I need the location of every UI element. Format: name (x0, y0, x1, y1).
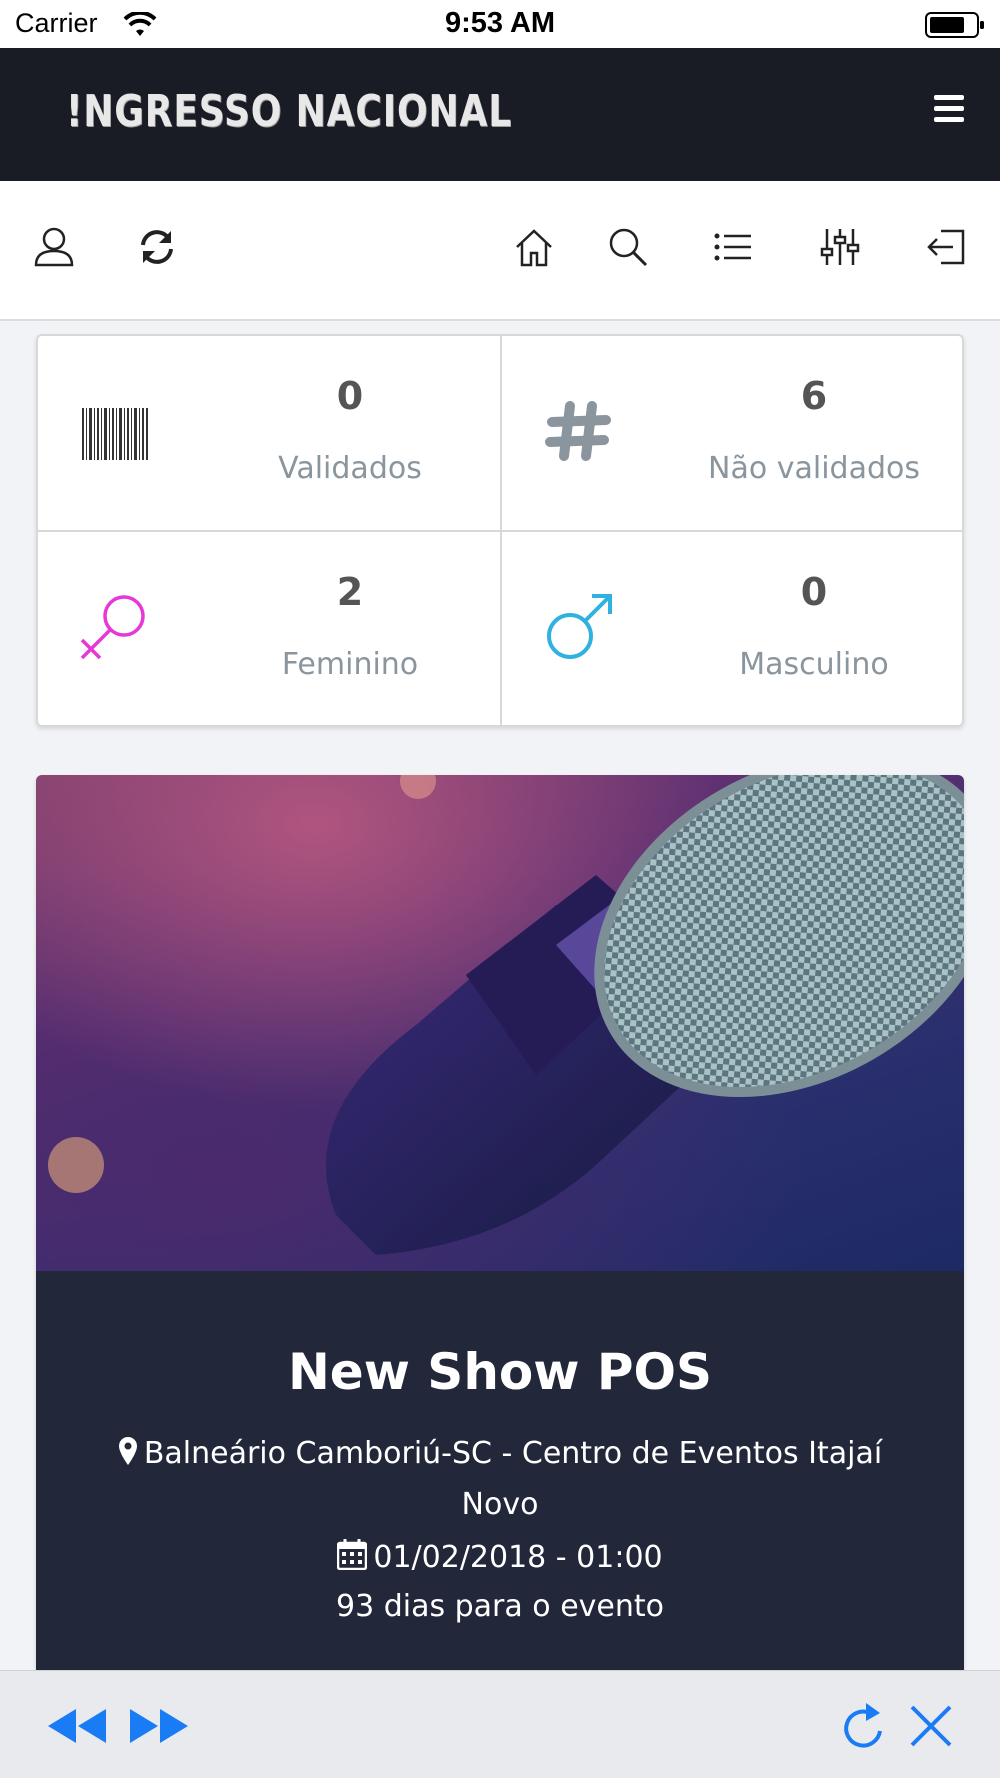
home-icon[interactable] (512, 225, 556, 269)
status-bar: Carrier 9:53 AM (0, 0, 1000, 48)
female-icon (78, 590, 152, 664)
stat-value: 6 (800, 374, 828, 418)
search-icon[interactable] (606, 225, 650, 269)
clock: 9:53 AM (444, 7, 556, 39)
toolbar (0, 181, 1000, 321)
event-card[interactable]: New Show POS Balneário Camboriú-SC - Cen… (36, 775, 964, 1778)
barcode-icon (78, 394, 152, 468)
reload-icon[interactable] (840, 1701, 888, 1751)
stat-label: Masculino (739, 647, 889, 682)
list-icon[interactable] (711, 225, 755, 269)
stat-value: 0 (336, 374, 364, 418)
stats-card: 0 Validados 6 Não validados 2 Feminino 0… (36, 334, 964, 727)
back-icon[interactable] (46, 1701, 108, 1751)
bottom-toolbar (0, 1670, 1000, 1778)
event-location: Balneário Camboriú-SC - Centro de Evento… (36, 1436, 964, 1474)
event-datetime: 01/02/2018 - 01:00 (36, 1538, 964, 1578)
stat-feminino: 2 Feminino (38, 532, 502, 725)
battery-icon (925, 12, 984, 38)
refresh-icon[interactable] (135, 225, 179, 269)
event-datetime-text: 01/02/2018 - 01:00 (373, 1540, 663, 1575)
event-countdown: 93 dias para o evento (335, 1589, 664, 1624)
stat-value: 0 (800, 570, 828, 614)
app-logo[interactable]: !NGRESSO NACIONAL (66, 86, 512, 137)
hamburger-icon[interactable] (934, 95, 964, 122)
event-location-text: Balneário Camboriú-SC - Centro de Evento… (143, 1436, 883, 1471)
user-icon[interactable] (32, 225, 76, 269)
stat-nao-validados: 6 Não validados (502, 336, 962, 532)
stat-label: Não validados (708, 451, 920, 486)
male-icon (542, 590, 616, 664)
hashtag-icon (542, 394, 616, 468)
app-header: !NGRESSO NACIONAL (0, 48, 1000, 181)
microphone-image (36, 775, 964, 1271)
event-title: New Show POS (287, 1343, 713, 1401)
logout-icon[interactable] (925, 225, 969, 269)
calendar-icon (337, 1538, 368, 1578)
stat-label: Validados (278, 451, 422, 486)
forward-icon[interactable] (128, 1701, 190, 1751)
stat-masculino: 0 Masculino (502, 532, 962, 725)
stat-validados: 0 Validados (38, 336, 502, 532)
event-status: Novo (461, 1487, 539, 1522)
map-pin-icon (118, 1436, 138, 1474)
sliders-icon[interactable] (818, 225, 862, 269)
stat-value: 2 (336, 570, 364, 614)
stat-label: Feminino (281, 647, 419, 682)
close-icon[interactable] (908, 1701, 954, 1751)
